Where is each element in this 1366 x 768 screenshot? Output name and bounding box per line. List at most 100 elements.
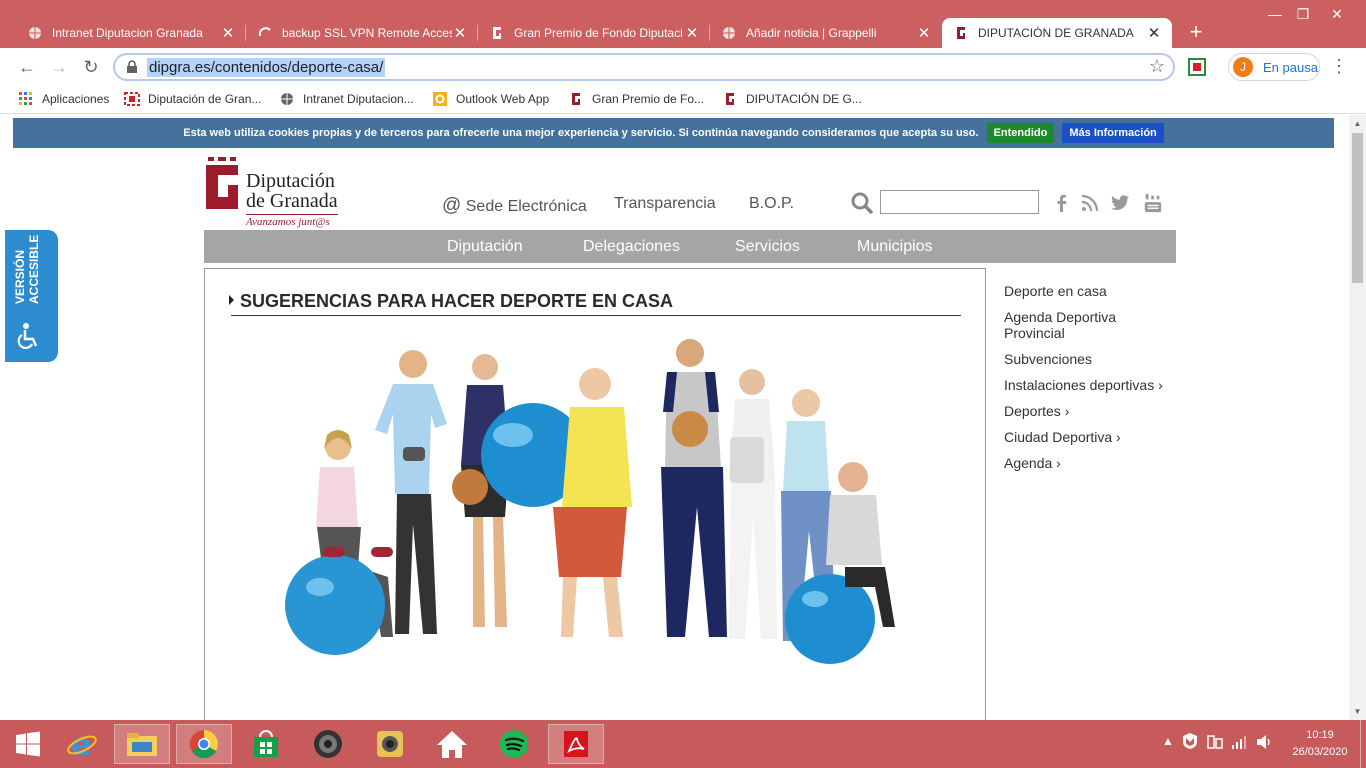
tab-diputacion-granada[interactable]: DIPUTACIÓN DE GRANADA ✕	[942, 18, 1172, 48]
address-bar[interactable]: dipgra.es/contenidos/deporte-casa/ ☆	[113, 53, 1175, 81]
dipgra-red-icon	[124, 91, 140, 107]
accessible-line1: VERSIÓN	[13, 249, 27, 304]
at-icon: @	[442, 195, 462, 216]
reload-icon[interactable]: ↻	[80, 56, 102, 78]
menu-kebab-icon[interactable]: ⋮	[1330, 56, 1348, 77]
close-icon[interactable]: ✕	[220, 24, 236, 42]
close-icon[interactable]: ✕	[684, 24, 700, 42]
side-link-agenda-deportiva[interactable]: Agenda Deportiva Provincial	[1004, 309, 1174, 341]
tab-grappelli[interactable]: Añadir noticia | Grappelli ✕	[710, 18, 942, 48]
windows-taskbar: e ▲ 10:19 26/03/2020	[0, 720, 1366, 768]
logo-divider	[246, 214, 338, 215]
accessible-version-tab[interactable]: VERSIÓN ACCESIBLE	[5, 230, 58, 362]
tray-expand-icon[interactable]: ▲	[1162, 734, 1174, 748]
page-title-text: SUGERENCIAS PARA HACER DEPORTE EN CASA	[240, 291, 674, 311]
svg-text:e: e	[71, 728, 91, 760]
camera-app-icon[interactable]	[362, 724, 418, 764]
nav-servicios[interactable]: Servicios	[735, 238, 800, 256]
speaker-app-icon[interactable]	[300, 724, 356, 764]
clock-time: 10:19	[1306, 729, 1334, 741]
transparencia-link[interactable]: Transparencia	[614, 195, 716, 213]
bookmark-label: Diputación de Gran...	[148, 92, 262, 106]
minimize-icon[interactable]: —	[1260, 6, 1290, 22]
bookmark-diputacion-granada[interactable]: DIPUTACIÓN DE G...	[722, 91, 862, 107]
bookmark-gran-premio[interactable]: Gran Premio de Fo...	[568, 91, 704, 107]
nav-delegaciones[interactable]: Delegaciones	[583, 238, 680, 256]
search-icon[interactable]	[850, 191, 874, 215]
forward-icon[interactable]: →	[48, 56, 70, 78]
volume-icon[interactable]	[1256, 734, 1272, 753]
bookmark-label: Intranet Diputacion...	[303, 92, 414, 106]
tab-backup-vpn[interactable]: backup SSL VPN Remote Acces ✕	[246, 18, 478, 48]
side-link-ciudad-deportiva[interactable]: Ciudad Deportiva ›	[1004, 429, 1174, 445]
side-link-deportes[interactable]: Deportes ›	[1004, 403, 1174, 419]
internet-explorer-icon[interactable]: e	[54, 724, 110, 764]
dipgra-icon	[568, 91, 584, 107]
spotify-icon[interactable]	[486, 724, 542, 764]
close-icon[interactable]: ✕	[1146, 24, 1162, 42]
main-content: SUGERENCIAS PARA HACER DEPORTE EN CASA	[204, 268, 986, 720]
new-tab-button[interactable]: +	[1184, 18, 1208, 46]
maximize-icon[interactable]: ❐	[1288, 6, 1318, 23]
profile-status: En pausa	[1263, 59, 1318, 75]
nav-diputacion[interactable]: Diputación	[447, 238, 523, 256]
windows-start-icon[interactable]	[0, 724, 56, 764]
tab-gran-premio[interactable]: Gran Premio de Fondo Diputaci ✕	[478, 18, 710, 48]
caret-right-icon	[229, 295, 234, 305]
scroll-up-icon[interactable]: ▲	[1349, 115, 1366, 132]
side-link-instalaciones[interactable]: Instalaciones deportivas ›	[1004, 377, 1174, 393]
page-scrollbar[interactable]: ▲ ▼	[1349, 115, 1366, 720]
bookmark-diputacion[interactable]: Diputación de Gran...	[124, 91, 261, 107]
bookmark-star-icon[interactable]: ☆	[1149, 56, 1165, 77]
scroll-thumb[interactable]	[1352, 133, 1363, 283]
side-link-subvenciones[interactable]: Subvenciones	[1004, 351, 1174, 367]
facebook-icon[interactable]	[1052, 193, 1072, 213]
avatar: J	[1233, 57, 1253, 77]
logo-line2: de Granada	[246, 190, 338, 212]
tab-title: Añadir noticia | Grappelli	[746, 26, 877, 40]
file-explorer-icon[interactable]	[114, 724, 170, 764]
rss-icon[interactable]	[1080, 193, 1100, 213]
taskbar-clock[interactable]: 10:19 26/03/2020	[1290, 727, 1350, 761]
more-info-button[interactable]: Más Información	[1062, 123, 1164, 143]
acrobat-icon[interactable]	[548, 724, 604, 764]
bookmark-label: Aplicaciones	[42, 92, 110, 106]
chrome-icon[interactable]	[176, 724, 232, 764]
window-close-icon[interactable]: ✕	[1322, 6, 1352, 23]
youtube-icon[interactable]	[1143, 193, 1163, 213]
bookmark-intranet[interactable]: Intranet Diputacion...	[279, 91, 414, 107]
dipgra-icon	[722, 91, 738, 107]
accept-cookies-button[interactable]: Entendido	[986, 123, 1055, 143]
url-text[interactable]: dipgra.es/contenidos/deporte-casa/	[147, 58, 386, 77]
bookmark-outlook[interactable]: Outlook Web App	[432, 91, 549, 107]
site-search-input[interactable]	[880, 190, 1039, 214]
close-icon[interactable]: ✕	[916, 24, 932, 42]
diputacion-logo[interactable]: Diputación de Granada Avanzamos junt@s	[204, 157, 344, 229]
dipgra-icon	[954, 26, 968, 40]
tab-title: backup SSL VPN Remote Acces	[282, 26, 452, 40]
close-icon[interactable]: ✕	[452, 24, 468, 42]
side-link-deporte-en-casa[interactable]: Deporte en casa	[1004, 283, 1174, 299]
nav-municipios[interactable]: Municipios	[857, 238, 933, 256]
home-icon[interactable]	[424, 724, 480, 764]
store-icon[interactable]	[238, 724, 294, 764]
bop-link[interactable]: B.O.P.	[749, 195, 794, 213]
extension-icon[interactable]	[1188, 58, 1206, 76]
apps-grid-icon	[18, 91, 34, 107]
sede-electronica-link[interactable]: @ Sede Electrónica	[442, 195, 587, 217]
logo-mark-icon	[206, 157, 238, 209]
tab-intranet[interactable]: Intranet Diputacion Granada ✕	[16, 18, 246, 48]
title-divider	[231, 315, 961, 316]
globe-icon	[28, 26, 42, 40]
signal-icon[interactable]	[1231, 734, 1247, 753]
bookmark-apps[interactable]: Aplicaciones	[18, 91, 109, 107]
twitter-icon[interactable]	[1110, 193, 1130, 213]
side-link-agenda[interactable]: Agenda ›	[1004, 455, 1174, 471]
network-pc-icon[interactable]	[1207, 734, 1223, 753]
scroll-down-icon[interactable]: ▼	[1349, 703, 1366, 720]
lock-icon	[127, 60, 137, 73]
show-desktop-button[interactable]	[1360, 720, 1366, 768]
mcafee-tray-icon[interactable]	[1182, 732, 1198, 753]
profile-button[interactable]: J En pausa	[1228, 53, 1320, 81]
back-icon[interactable]: ←	[16, 56, 38, 78]
